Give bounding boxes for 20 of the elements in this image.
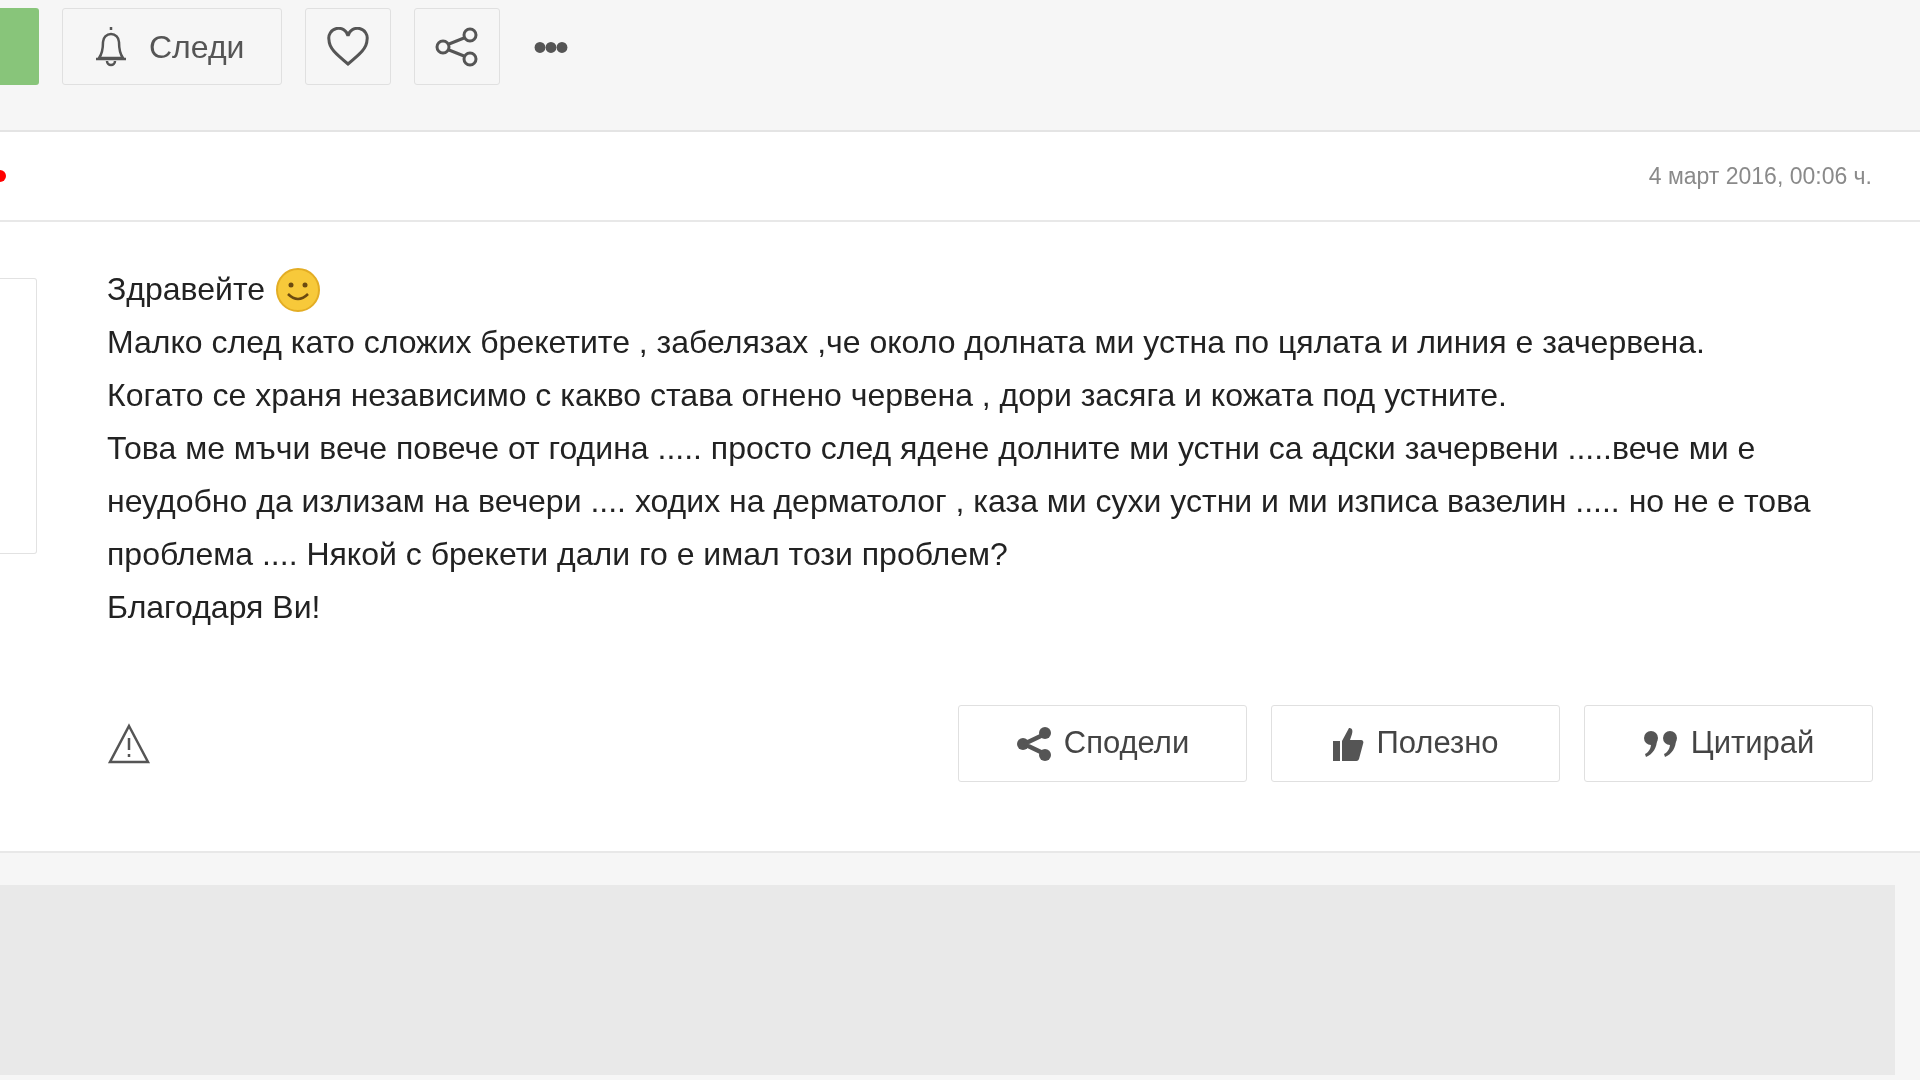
heart-button[interactable]	[305, 8, 391, 85]
more-button[interactable]: •••	[523, 8, 576, 85]
quote-button[interactable]: Цитирай	[1584, 705, 1873, 782]
share-icon	[434, 26, 480, 67]
post-paragraph: Малко след като сложих брекетите , забелязах ,че около долната ми устна по цялата и линия е зачервена.	[107, 323, 1706, 362]
useful-button[interactable]: Полезно	[1271, 705, 1560, 782]
share-button[interactable]: Сподели	[958, 705, 1247, 782]
post-paragraph: Когато се храня независимо с какво става огнено червена , дори засяга и кожата под устните.	[107, 376, 1508, 415]
post-paragraph: Това ме мъчи вече повече от година ..... просто след ядене долните ми устни са адски зачервени .....вече ми е неудобно да излизам на вечери .... ходих на дерматолог , каза ми сухи устни и ми изписа вазелин ..... но не е това проблема .... Някой с брекети дали го е имал този проблем?	[107, 429, 1812, 574]
warning-icon[interactable]	[107, 722, 151, 765]
thumbs-up-icon	[1332, 725, 1365, 762]
heart-icon	[326, 26, 370, 67]
share-button[interactable]	[414, 8, 500, 85]
share-icon	[1015, 725, 1052, 762]
smiley-icon	[275, 266, 321, 313]
follow-button[interactable]: Следи	[62, 8, 282, 85]
quote-icon	[1642, 728, 1679, 759]
greeting-text: Здравейте	[107, 270, 265, 309]
post-date: 4 март 2016, 00:06 ч.	[1648, 161, 1872, 191]
post-paragraph: Благодаря Ви!	[107, 588, 322, 627]
